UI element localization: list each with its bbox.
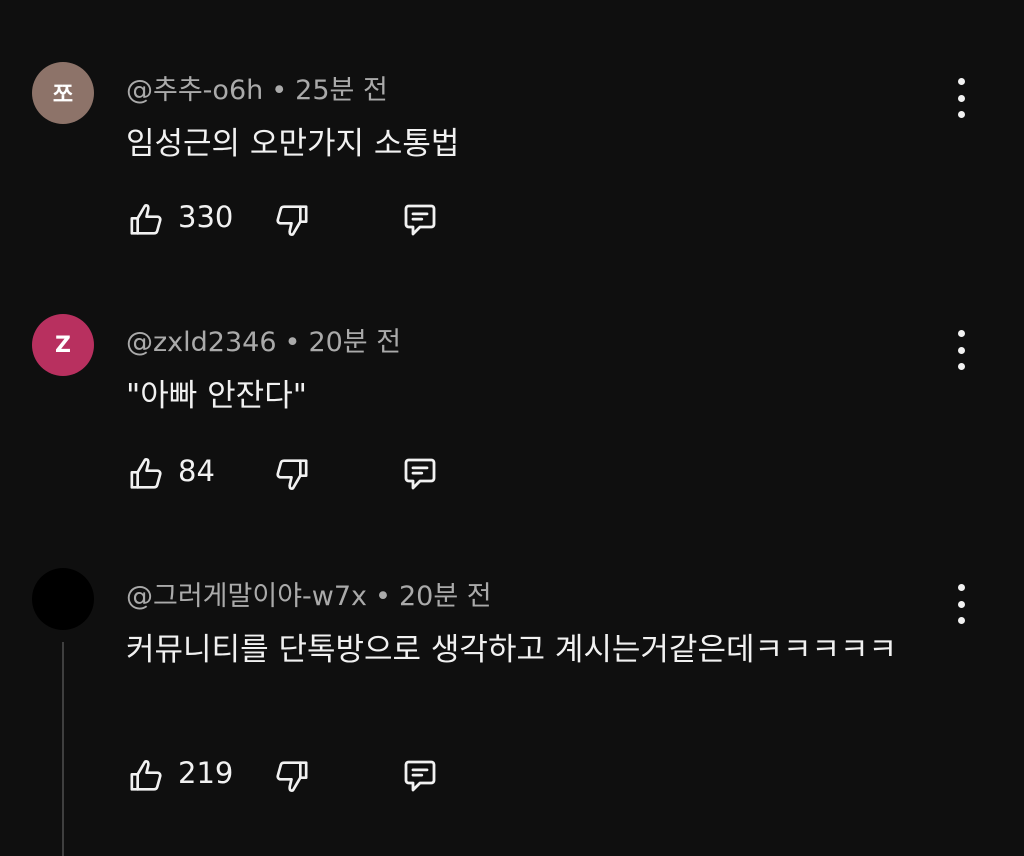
comment-author[interactable]: @zxld2346	[126, 327, 277, 358]
comment-author[interactable]: @추추-o6h	[126, 75, 263, 106]
reply-icon	[404, 760, 436, 792]
separator-dot: •	[375, 581, 391, 612]
comment-meta: @zxld2346 • 20분 전	[126, 320, 401, 359]
more-vert-icon-dot	[957, 94, 965, 102]
more-options-button[interactable]	[946, 330, 976, 370]
comment-time: 20분 전	[308, 327, 402, 358]
dislike-button[interactable]	[270, 196, 314, 244]
like-count: 330	[178, 200, 234, 234]
reply-icon	[404, 458, 436, 490]
comment-text: 커뮤니티를 단톡방으로 생각하고 계시는거같은데ㅋㅋㅋㅋㅋ	[126, 632, 898, 668]
like-count: 84	[178, 454, 215, 488]
separator-dot: •	[271, 75, 288, 106]
more-vert-icon-dot	[957, 363, 965, 370]
thumbs-down-icon	[276, 761, 308, 792]
more-vert-icon-dot	[957, 600, 965, 608]
more-options-button[interactable]	[946, 584, 976, 624]
comment-actions: 84	[124, 450, 454, 498]
more-options-button[interactable]	[946, 78, 976, 118]
comment-actions: 219	[124, 752, 454, 800]
more-vert-icon-dot	[957, 617, 965, 624]
like-count: 219	[178, 756, 234, 790]
comment-meta: @추추-o6h • 25분 전	[126, 68, 388, 107]
dislike-button[interactable]	[270, 450, 314, 498]
reply-button[interactable]	[398, 752, 442, 800]
more-vert-icon-dot	[957, 111, 965, 118]
comment-meta: @그러게말이야-w7x • 20분 전	[126, 574, 492, 613]
more-vert-icon	[957, 78, 965, 85]
like-button[interactable]	[124, 752, 168, 800]
reply-icon	[404, 204, 436, 236]
comment-text: 임성근의 오만가지 소통법	[126, 126, 460, 162]
avatar[interactable]: 쪼	[32, 62, 94, 124]
thumbs-up-icon	[130, 458, 162, 489]
more-vert-icon-dot	[957, 346, 965, 354]
reply-button[interactable]	[398, 450, 442, 498]
comment-author[interactable]: @그러게말이야-w7x	[126, 581, 367, 612]
comment-time: 20분 전	[398, 581, 492, 612]
like-button[interactable]	[124, 196, 168, 244]
dislike-button[interactable]	[270, 752, 314, 800]
thumbs-down-icon	[276, 205, 308, 236]
more-vert-icon	[957, 584, 965, 591]
avatar[interactable]: Z	[32, 314, 94, 376]
separator-dot: •	[284, 327, 301, 358]
comment-list: 쪼 @추추-o6h • 25분 전 임성근의 오만가지 소통법 330 Z @z…	[0, 0, 1024, 856]
comment-time: 25분 전	[295, 75, 388, 106]
avatar[interactable]	[32, 568, 94, 630]
thread-line	[62, 642, 64, 856]
thumbs-up-icon	[130, 204, 162, 235]
thumbs-up-icon	[130, 760, 162, 791]
thumbs-down-icon	[276, 459, 308, 490]
reply-button[interactable]	[398, 196, 442, 244]
comment-actions: 330	[124, 196, 454, 244]
more-vert-icon	[957, 330, 965, 337]
comment-text: "아빠 안잔다"	[126, 378, 307, 414]
like-button[interactable]	[124, 450, 168, 498]
